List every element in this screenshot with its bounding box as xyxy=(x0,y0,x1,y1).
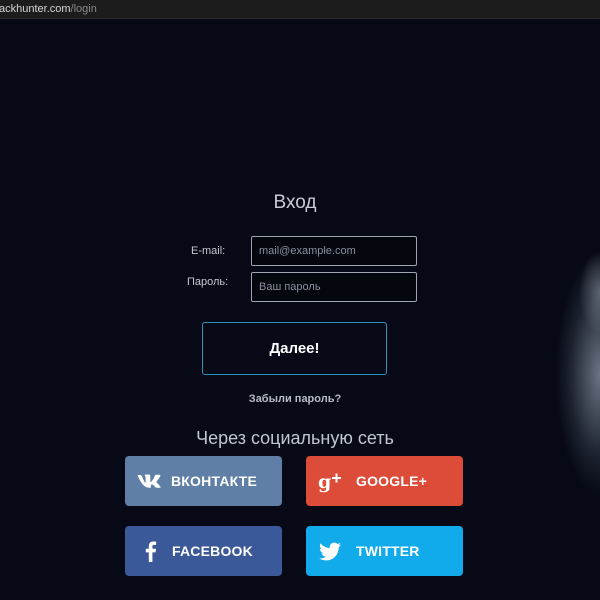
vkontakte-label: ВКОНТАКТЕ xyxy=(171,473,258,489)
twitter-icon xyxy=(317,538,343,564)
login-title: Вход xyxy=(273,192,317,213)
facebook-button[interactable]: FACEBOOK xyxy=(125,526,282,576)
google-plus-icon: g xyxy=(317,468,343,494)
svg-text:g: g xyxy=(318,471,331,493)
password-field[interactable] xyxy=(251,272,417,302)
browser-address-bar[interactable]: ackhunter.com/login xyxy=(0,0,600,19)
vk-icon xyxy=(137,468,163,494)
submit-button[interactable]: Далее! xyxy=(202,322,387,375)
forgot-password-link[interactable]: Забыли пароль? xyxy=(0,393,590,405)
vkontakte-button[interactable]: ВКОНТАКТЕ xyxy=(125,456,282,506)
url-host: ackhunter.com xyxy=(0,3,71,15)
password-label: Пароль: xyxy=(187,276,229,288)
twitter-button[interactable]: TWITTER xyxy=(306,526,463,576)
facebook-label: FACEBOOK xyxy=(172,543,253,559)
google-plus-label: GOOGLE+ xyxy=(356,473,428,489)
twitter-label: TWITTER xyxy=(356,543,420,559)
email-field[interactable] xyxy=(251,236,417,266)
social-login-title: Через социальную сеть xyxy=(196,428,394,448)
facebook-icon xyxy=(138,538,164,564)
google-plus-button[interactable]: g GOOGLE+ xyxy=(306,456,463,506)
url-path: /login xyxy=(70,3,97,15)
address-url[interactable]: ackhunter.com/login xyxy=(0,3,97,15)
email-label: E-mail: xyxy=(191,245,226,257)
